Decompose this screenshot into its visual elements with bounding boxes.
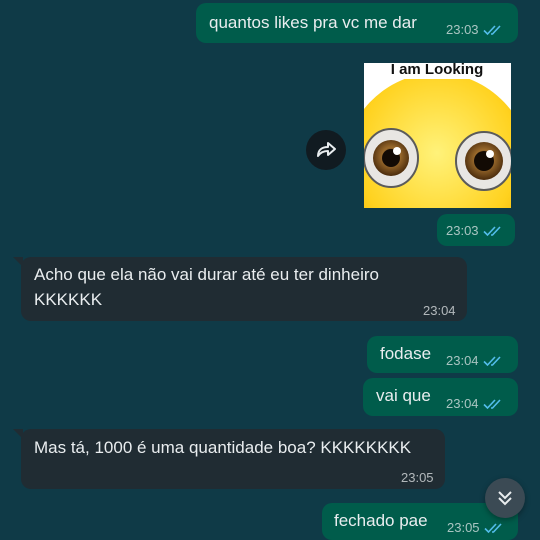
message-text: fodase [380,344,432,363]
double-check-icon [482,225,501,236]
message-meta: 23:04 [446,353,505,368]
message-text: fechado pae [334,511,428,530]
message-time: 23:03 [446,22,479,37]
double-check-icon [483,522,502,533]
message-meta: 23:03 [446,223,505,238]
message-text: quantos likes pra vc me dar [209,13,417,32]
scroll-to-bottom-button[interactable] [485,478,525,518]
message-text: vai que [376,386,431,405]
message-meta: 23:04 [446,396,505,411]
message-meta: 23:05 [447,520,506,535]
chevron-double-down-icon [498,491,512,506]
message-text-line-1: Acho que ela não vai durar até eu ter di… [34,265,379,284]
forward-button[interactable] [306,130,346,170]
sticker-emoji: I am Looking [364,63,511,208]
message-time: 23:04 [446,396,479,411]
forward-arrow-icon [317,142,336,157]
message-time: 23:03 [446,223,479,238]
message-text-line-2: KKKKKK [34,290,103,309]
message-time: 23:05 [401,470,434,485]
message-text: Mas tá, 1000 é uma quantidade boa? KKKKK… [34,438,412,457]
chat-area: quantos likes pra vc me dar 23:03 I am L… [0,0,540,540]
double-check-icon [482,398,501,409]
message-time: 23:04 [423,303,456,318]
sticker-image[interactable]: I am Looking [364,63,511,208]
incoming-message[interactable]: Mas tá, 1000 é uma quantidade boa? KKKKK… [13,429,445,489]
sticker-caption: I am Looking [391,63,484,78]
message-meta: 23:03 [446,22,505,37]
double-check-icon [482,24,501,35]
message-time: 23:05 [447,520,480,535]
outgoing-message[interactable]: vai que 23:04 [363,378,518,416]
message-time: 23:04 [446,353,479,368]
incoming-message[interactable]: Acho que ela não vai durar até eu ter di… [13,257,467,321]
outgoing-message[interactable]: fodase 23:04 [367,336,518,373]
sticker-time-chip: 23:03 [437,214,515,246]
outgoing-message[interactable]: quantos likes pra vc me dar 23:03 [196,3,518,43]
double-check-icon [482,355,501,366]
